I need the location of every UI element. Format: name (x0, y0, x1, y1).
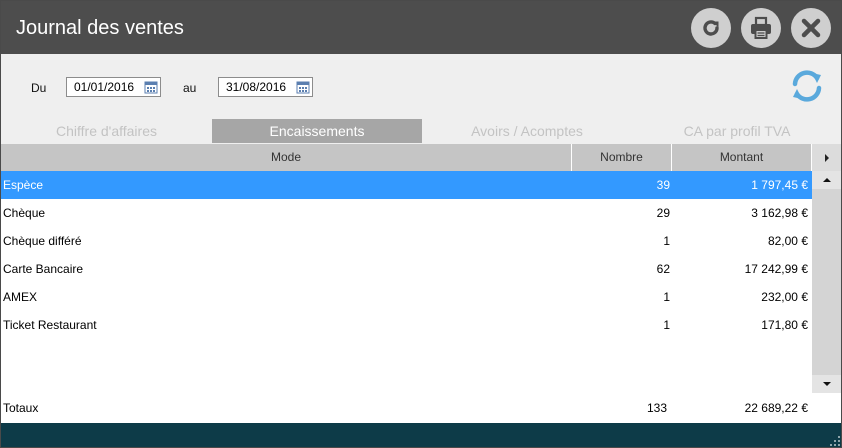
cell-mode: Espèce (3, 178, 44, 192)
column-header-mode[interactable]: Mode (1, 144, 572, 171)
cell-mode: Ticket Restaurant (3, 318, 97, 332)
from-date-value: 01/01/2016 (74, 80, 135, 94)
reload-icon (703, 20, 719, 36)
cell-montant: 3 162,98 € (751, 206, 808, 220)
column-header-montant[interactable]: Montant (672, 144, 812, 171)
journal-window: Journal des ventes Du 01/01/2016 au 31/0… (0, 0, 842, 448)
table-row[interactable]: Carte Bancaire 62 17 242,99 € (1, 255, 812, 283)
calendar-icon[interactable] (296, 80, 310, 94)
print-icon (751, 16, 771, 39)
chevron-right-icon (825, 153, 829, 162)
cell-montant: 232,00 € (761, 290, 808, 304)
scroll-up-button[interactable] (812, 171, 841, 189)
table-row[interactable]: Chèque différé 1 82,00 € (1, 227, 812, 255)
table-row[interactable]: AMEX 1 232,00 € (1, 283, 812, 311)
from-label: Du (31, 81, 47, 95)
totals-label: Totaux (3, 401, 39, 415)
cell-montant: 17 242,99 € (744, 262, 808, 276)
grid-body: Espèce 39 1 797,45 € Chèque 29 3 162,98 … (1, 171, 812, 393)
to-date-value: 31/08/2016 (226, 80, 287, 94)
totals-row: Totaux 133 22 689,22 € (1, 393, 841, 423)
window-title: Journal des ventes (16, 17, 184, 39)
calendar-icon[interactable] (144, 80, 158, 94)
cell-nombre: 39 (656, 178, 670, 192)
cell-mode: Carte Bancaire (3, 262, 84, 276)
to-date-field[interactable]: 31/08/2016 (218, 77, 313, 97)
table-row[interactable]: Ticket Restaurant 1 171,80 € (1, 311, 812, 339)
cell-montant: 1 797,45 € (751, 178, 808, 192)
scroll-down-button[interactable] (812, 375, 841, 393)
tab-avoirs-acomptes[interactable]: Avoirs / Acomptes (422, 119, 632, 143)
totals-montant: 22 689,22 € (744, 401, 808, 415)
reload-button[interactable] (691, 8, 731, 48)
cell-montant: 82,00 € (767, 234, 808, 248)
from-date-field[interactable]: 01/01/2016 (66, 77, 161, 97)
totals-nombre: 133 (646, 401, 667, 415)
tab-encaissements[interactable]: Encaissements (212, 119, 422, 143)
arrow-down-icon (823, 382, 831, 386)
cell-nombre: 29 (656, 206, 670, 220)
refresh-icon[interactable] (788, 67, 826, 105)
resize-grip-icon[interactable] (829, 435, 841, 447)
cell-mode: AMEX (3, 290, 38, 304)
title-bar: Journal des ventes (1, 1, 841, 54)
grid-header: Mode Nombre Montant (1, 144, 841, 171)
cell-nombre: 1 (663, 234, 670, 248)
cell-nombre: 1 (663, 290, 670, 304)
close-button[interactable] (791, 8, 831, 48)
table-row[interactable]: Espèce 39 1 797,45 € (1, 171, 812, 199)
cell-mode: Chèque différé (3, 234, 82, 248)
cell-nombre: 62 (656, 262, 670, 276)
tab-chiffre-affaires[interactable]: Chiffre d'affaires (1, 119, 212, 143)
table-row[interactable]: Chèque 29 3 162,98 € (1, 199, 812, 227)
tab-ca-profil-tva[interactable]: CA par profil TVA (632, 119, 841, 143)
cell-mode: Chèque (3, 206, 46, 220)
scroll-right-button[interactable] (812, 144, 841, 171)
column-header-nombre[interactable]: Nombre (572, 144, 672, 171)
print-button[interactable] (741, 8, 781, 48)
to-label: au (183, 81, 197, 95)
arrow-up-icon (823, 178, 831, 182)
close-icon (801, 18, 821, 38)
status-bar (1, 423, 841, 447)
vertical-scrollbar[interactable] (812, 171, 841, 393)
cell-montant: 171,80 € (761, 318, 808, 332)
cell-nombre: 1 (663, 318, 670, 332)
